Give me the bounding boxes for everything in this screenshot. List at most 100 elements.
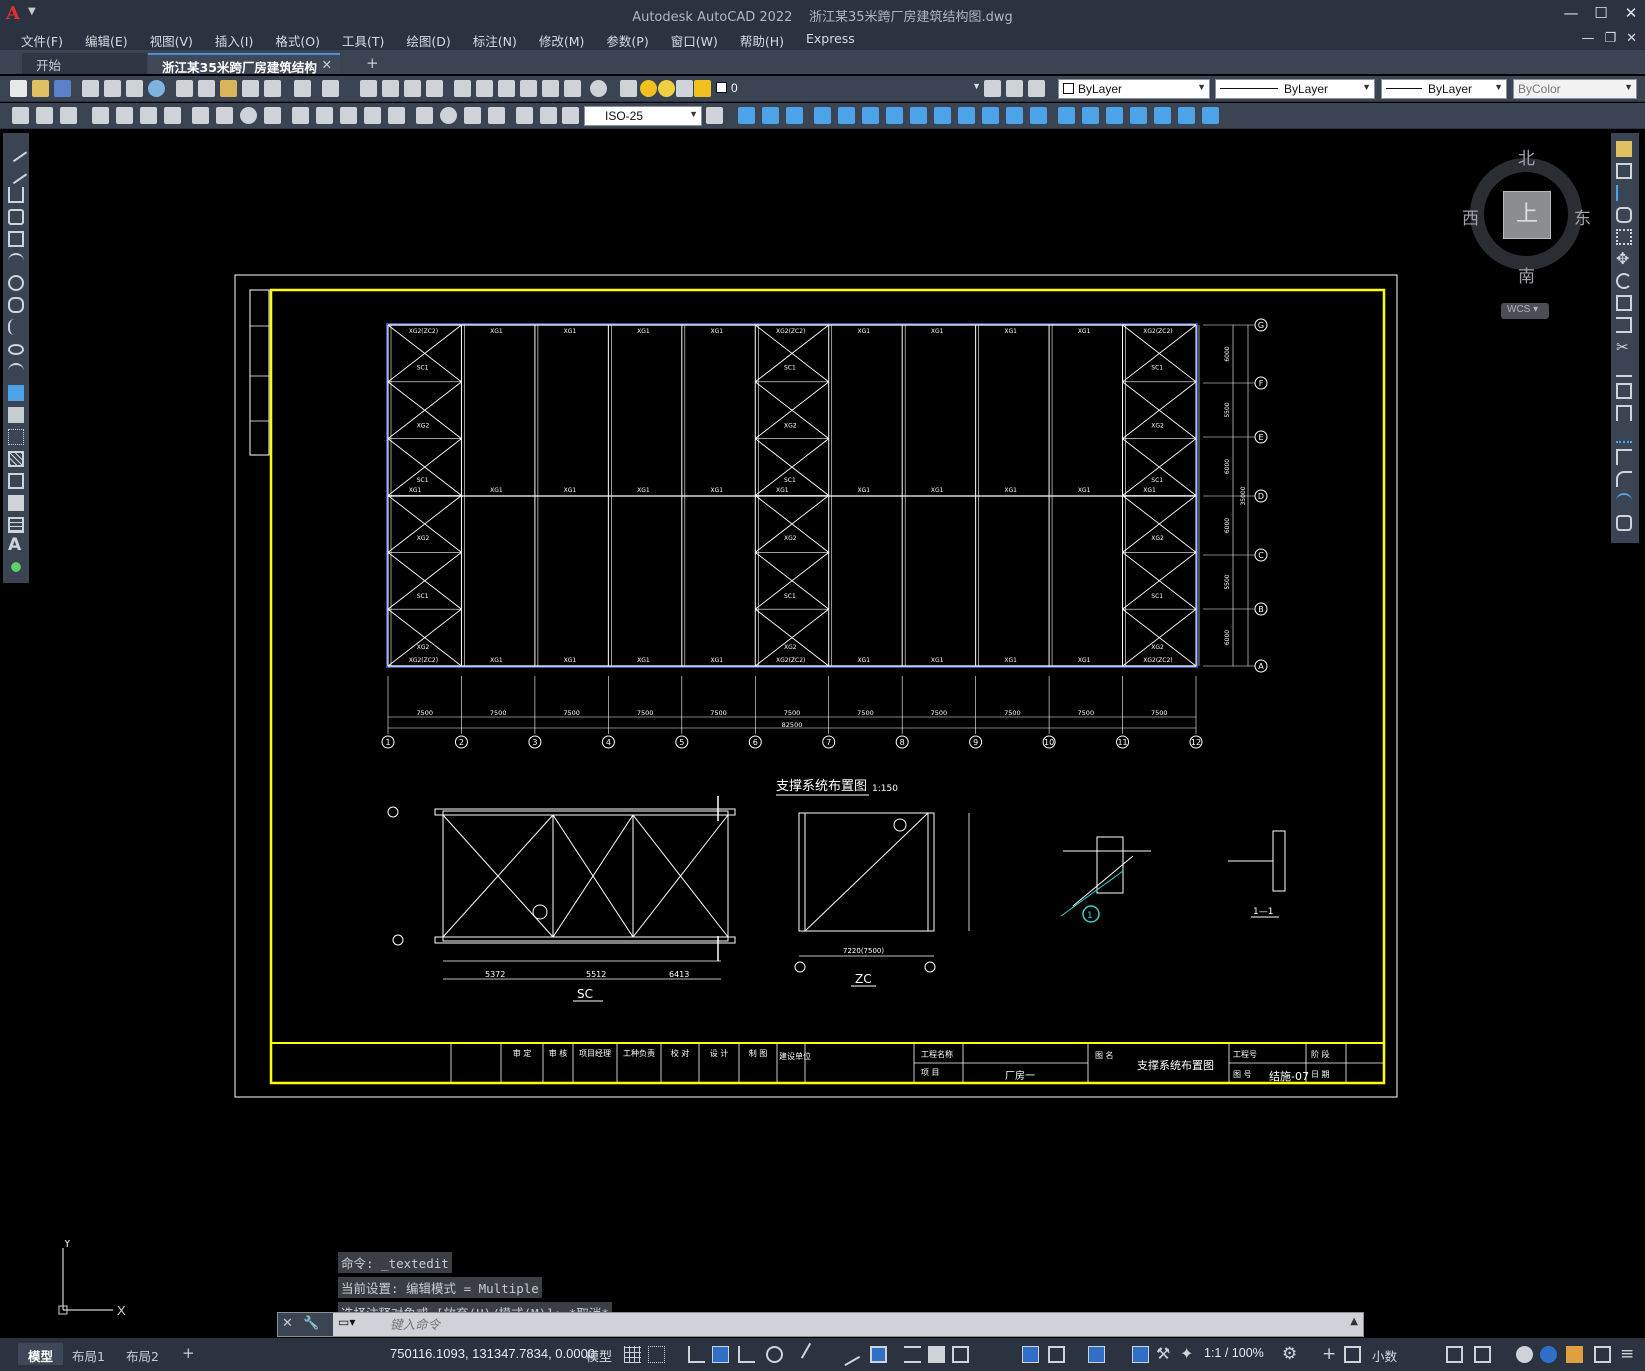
- offset-icon[interactable]: [1616, 207, 1632, 223]
- blend-curves-icon[interactable]: [1616, 493, 1632, 509]
- lineweight-icon[interactable]: [904, 1346, 921, 1363]
- new-tab-button[interactable]: +: [352, 52, 382, 73]
- viewcube[interactable]: 上 北 南 东 西: [1462, 148, 1592, 288]
- properties-icon[interactable]: [454, 80, 471, 97]
- dimension-update-icon[interactable]: [562, 107, 579, 124]
- offset-faces-icon[interactable]: [862, 107, 879, 124]
- extend-icon[interactable]: [1616, 361, 1632, 377]
- delete-faces-icon[interactable]: [886, 107, 903, 124]
- arc-icon[interactable]: [8, 253, 24, 269]
- auto-scale-icon[interactable]: ⚒: [1156, 1346, 1173, 1363]
- menu-file[interactable]: 文件(F): [10, 31, 74, 50]
- aligned-dimension-icon[interactable]: [116, 107, 133, 124]
- color-faces-icon[interactable]: [982, 107, 999, 124]
- doc-minimize-icon[interactable]: —: [1581, 31, 1594, 46]
- layer-previous-icon[interactable]: [1006, 80, 1023, 97]
- match-properties-icon[interactable]: [242, 80, 259, 97]
- plotstyle-dropdown[interactable]: ByColor ▼: [1513, 79, 1637, 99]
- workspace-gear-icon[interactable]: ⚙: [1282, 1346, 1299, 1363]
- quick-properties-icon[interactable]: [1446, 1346, 1463, 1363]
- hardware-acceleration-icon[interactable]: [1540, 1346, 1557, 1363]
- ellipse-arc-icon[interactable]: [8, 363, 24, 379]
- check-icon[interactable]: [1154, 107, 1171, 124]
- menu-insert[interactable]: 插入(I): [204, 31, 264, 50]
- layer-dropdown[interactable]: 0 ▼: [712, 79, 984, 99]
- intersect-icon[interactable]: [786, 107, 803, 124]
- menu-modify[interactable]: 修改(M): [528, 31, 596, 50]
- coordinate-readout[interactable]: 750116.1093, 131347.7834, 0.0000: [390, 1346, 595, 1361]
- gradient-icon[interactable]: [8, 473, 24, 489]
- zoom-window-icon[interactable]: [404, 80, 421, 97]
- layer-change-icon[interactable]: [36, 107, 53, 124]
- mirror-icon[interactable]: [1616, 185, 1632, 201]
- rotate-icon[interactable]: [1616, 273, 1632, 289]
- jogged-dimension-icon[interactable]: [216, 107, 233, 124]
- menu-draw[interactable]: 绘图(D): [395, 31, 461, 50]
- annotation-scale-icon[interactable]: ✦: [1180, 1346, 1197, 1363]
- fullscreen-icon[interactable]: [1594, 1346, 1611, 1363]
- snap-icon[interactable]: [648, 1346, 665, 1363]
- menu-format[interactable]: 格式(O): [264, 31, 331, 50]
- construction-line-icon[interactable]: [4, 161, 28, 185]
- compass-north[interactable]: 北: [1518, 144, 1535, 169]
- center-mark-icon[interactable]: [440, 107, 457, 124]
- imprint-icon[interactable]: [1058, 107, 1075, 124]
- zoom-previous-icon[interactable]: [426, 80, 443, 97]
- quick-dimension-icon[interactable]: [292, 107, 309, 124]
- dynamic-input-icon[interactable]: [712, 1346, 729, 1363]
- command-close-icon[interactable]: ✕: [282, 1316, 293, 1331]
- line-icon[interactable]: [4, 139, 28, 163]
- dimension-style-icon[interactable]: [706, 107, 723, 124]
- inspection-icon[interactable]: [464, 107, 481, 124]
- angular-dimension-icon[interactable]: [264, 107, 281, 124]
- dimension-edit-icon[interactable]: [516, 107, 533, 124]
- layer-vp-icon[interactable]: [676, 80, 693, 97]
- publish-icon[interactable]: [126, 80, 143, 97]
- new-file-icon[interactable]: [10, 80, 27, 97]
- section-icon[interactable]: [1202, 107, 1219, 124]
- trim-icon[interactable]: ✂: [1616, 339, 1632, 355]
- dynamic-ucs-icon[interactable]: [1022, 1346, 1039, 1363]
- break-at-point-icon[interactable]: [1616, 383, 1632, 399]
- continue-dimension-icon[interactable]: [340, 107, 357, 124]
- model-space-button[interactable]: 模型: [586, 1346, 612, 1365]
- wcs-menu[interactable]: WCS ▾: [1501, 303, 1549, 319]
- command-input[interactable]: [390, 1315, 1290, 1333]
- dimension-break-icon[interactable]: [388, 107, 405, 124]
- doc-restore-icon[interactable]: ❐: [1604, 31, 1616, 46]
- tab-document[interactable]: 浙江某35米跨厂房建筑结构图*✕: [148, 53, 340, 94]
- dimension-space-icon[interactable]: [364, 107, 381, 124]
- compass-west[interactable]: 西: [1462, 204, 1479, 229]
- layer-on-bulb-icon[interactable]: [640, 80, 657, 97]
- menu-dimension[interactable]: 标注(N): [462, 31, 528, 50]
- copy-object-icon[interactable]: [1616, 163, 1632, 179]
- jogged-linear-icon[interactable]: [488, 107, 505, 124]
- command-history-chevron-icon[interactable]: ▲: [1350, 1316, 1358, 1327]
- region-icon[interactable]: [8, 495, 24, 511]
- close-icon[interactable]: ✕: [1623, 4, 1639, 22]
- annotation-scale[interactable]: 1:1 / 100%: [1204, 1346, 1264, 1360]
- dimstyle-dropdown[interactable]: ISO-25 ▼: [584, 106, 702, 126]
- command-customize-icon[interactable]: 🔧: [303, 1316, 319, 1331]
- layer-freeze-sun-icon[interactable]: [658, 80, 675, 97]
- lock-ui-icon[interactable]: [1474, 1346, 1491, 1363]
- polygon-icon[interactable]: [8, 209, 24, 225]
- tab-close-icon[interactable]: ✕: [322, 57, 332, 72]
- object-snap-icon[interactable]: [870, 1346, 887, 1363]
- pan-icon[interactable]: [360, 80, 377, 97]
- arc-length-icon[interactable]: [140, 107, 157, 124]
- point-icon[interactable]: [8, 429, 24, 445]
- menu-edit[interactable]: 编辑(E): [74, 31, 139, 50]
- copy-edges-icon[interactable]: [1006, 107, 1023, 124]
- add-selected-icon[interactable]: [8, 559, 24, 575]
- open-file-icon[interactable]: [32, 80, 49, 97]
- ordinate-dimension-icon[interactable]: [164, 107, 181, 124]
- layout-tab-model[interactable]: 模型: [18, 1343, 64, 1365]
- annotation-monitor-icon[interactable]: +: [1322, 1346, 1339, 1363]
- menu-tools[interactable]: 工具(T): [331, 31, 395, 50]
- menu-express[interactable]: Express: [795, 31, 866, 50]
- layout-tab-2[interactable]: 布局2: [116, 1343, 169, 1365]
- layout-tab-1[interactable]: 布局1: [62, 1343, 115, 1365]
- move-icon[interactable]: ✥: [1616, 251, 1632, 267]
- transparency-icon[interactable]: [928, 1346, 945, 1363]
